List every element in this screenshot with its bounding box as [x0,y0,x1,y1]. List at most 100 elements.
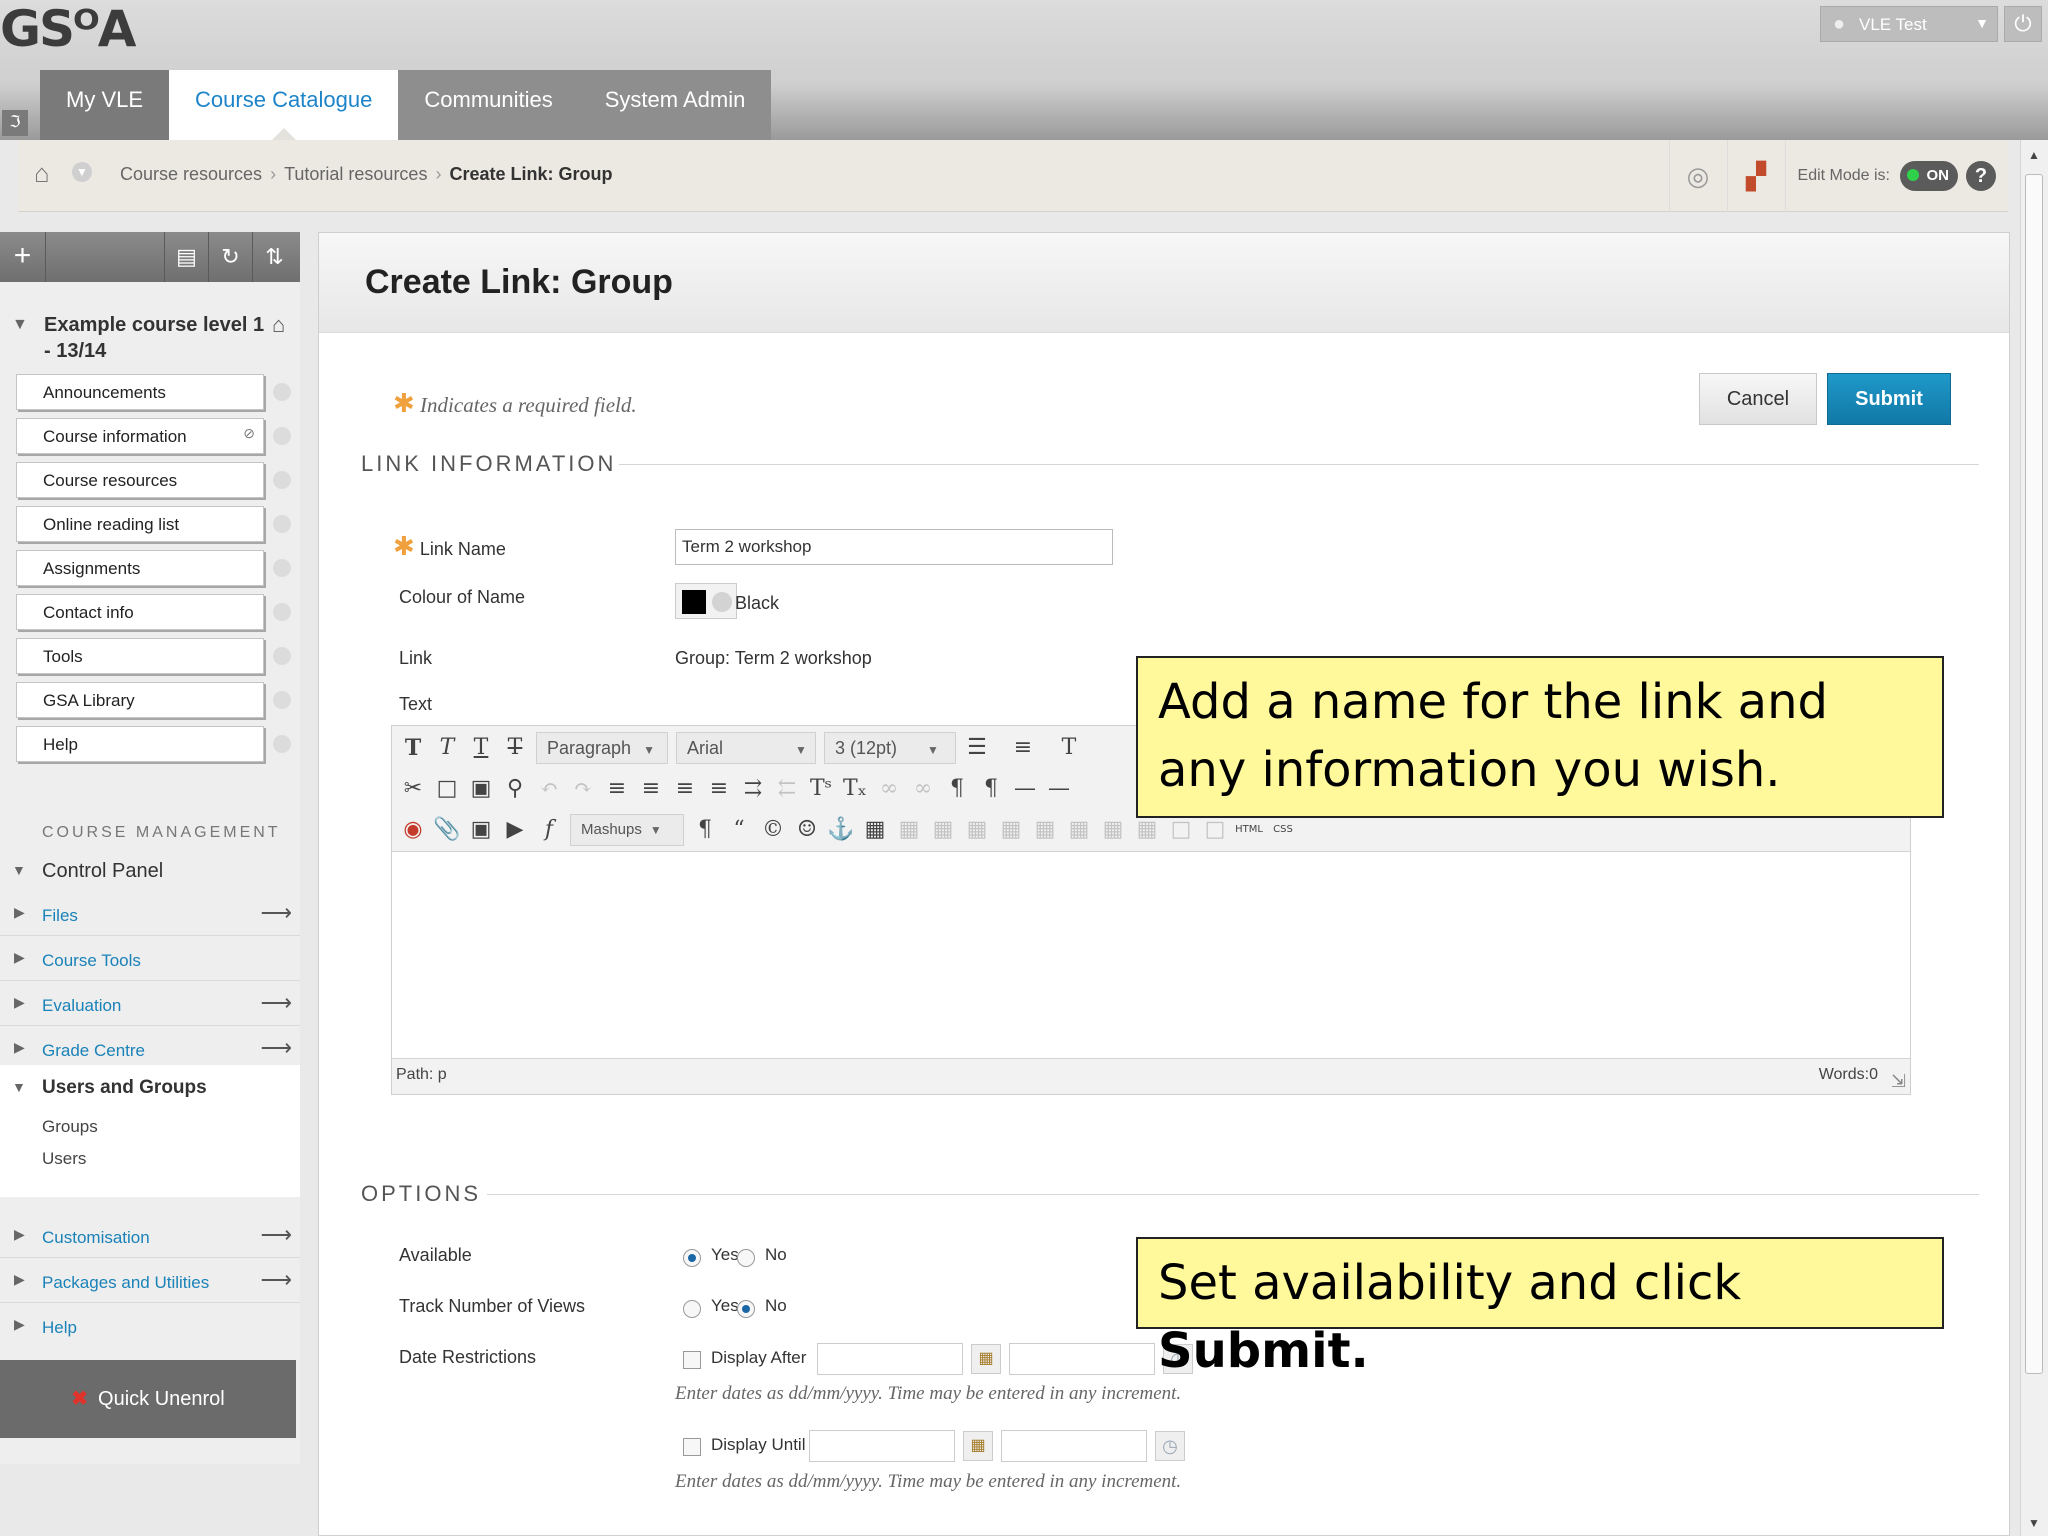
calendar-icon[interactable]: ▦ [971,1344,1001,1374]
submit-button[interactable]: Submit [1827,373,1951,425]
display-until-time-input[interactable] [1001,1430,1147,1462]
subscript-icon[interactable]: Tₓ [838,772,872,806]
italic-icon[interactable]: T [430,731,464,765]
sidebar-link-users[interactable]: Users [42,1149,86,1169]
clock-icon[interactable]: ◷ [1155,1431,1185,1461]
sidebar-item-assignments[interactable]: Assignments [16,550,291,586]
sidebar-item-help[interactable]: Help [16,726,291,762]
refresh-icon[interactable]: ↻ [208,232,252,282]
display-after-date-input[interactable] [817,1343,963,1375]
available-no-radio[interactable] [737,1249,755,1267]
sidebar-link-groups[interactable]: Groups [42,1117,98,1137]
sidebar-item-contact-info[interactable]: Contact info [16,594,291,630]
resize-handle-icon[interactable]: ⇲ [1891,1071,1906,1092]
font-select[interactable]: Arial ▼ [676,732,816,764]
home-icon[interactable]: ⌂ [34,158,50,189]
users-and-groups-label[interactable]: Users and Groups [42,1077,207,1099]
scroll-down-icon[interactable]: ▼ [2028,1516,2040,1530]
sidebar-item-gsa-library[interactable]: GSA Library [16,682,291,718]
anchor-icon[interactable]: ⚓ [824,813,858,847]
copyright-icon[interactable]: © [756,813,790,847]
display-after-checkbox[interactable] [683,1351,701,1369]
display-after-time-input[interactable] [1009,1343,1155,1375]
drag-handle-icon[interactable] [273,647,291,665]
table-icon[interactable]: ▦ [858,813,892,847]
tab-course-catalogue[interactable]: Course Catalogue [169,70,399,140]
sidebar-item-tools[interactable]: Tools [16,638,291,674]
student-preview-icon[interactable]: ◎ [1668,140,1727,212]
html-icon[interactable]: HTML [1232,813,1266,847]
strikethrough-icon[interactable]: T [498,731,532,765]
drag-handle-icon[interactable] [273,515,291,533]
size-select[interactable]: 3 (12pt) ▼ [824,732,956,764]
table-tool-icon[interactable]: ▦ [1130,813,1164,847]
css-icon[interactable]: CSS [1266,813,1300,847]
tab-communities[interactable]: Communities [398,70,579,140]
scroll-thumb[interactable] [2025,174,2043,1374]
available-yes-radio[interactable] [683,1249,701,1267]
image-icon[interactable]: ▣ [464,813,498,847]
link-name-input[interactable] [675,529,1113,565]
colour-picker[interactable] [675,583,737,619]
record-icon[interactable]: ◉ [396,813,430,847]
table-tool-icon[interactable]: ▦ [926,813,960,847]
control-item-files[interactable]: ▶ Files ⟶ [0,892,300,936]
quick-unenrol-button[interactable]: ✖ Quick Unenrol [0,1360,296,1438]
edit-mode-toggle[interactable]: ON [1900,161,1958,191]
align-left-icon[interactable]: ≡ [600,772,634,806]
text-color-icon[interactable]: T [1052,731,1086,765]
display-until-checkbox[interactable] [683,1438,701,1456]
collapse-triangle-icon[interactable]: ▼ [12,316,28,334]
cancel-button[interactable]: Cancel [1699,373,1817,425]
superscript-icon[interactable]: Tˢ [804,772,838,806]
justify-icon[interactable]: ≡ [702,772,736,806]
paste-icon[interactable]: ▣ [464,772,498,806]
sidebar-item-course-information[interactable]: Course information ⊘ [16,418,291,454]
tab-system-admin[interactable]: System Admin [578,70,772,140]
logout-power-icon[interactable]: ⏻ [2004,6,2042,42]
reorder-icon[interactable]: ⇅ [252,232,296,282]
control-item-course-tools[interactable]: ▶ Course Tools [0,937,300,981]
link-icon[interactable]: ∞ [872,772,906,806]
table-tool-icon[interactable]: □ [1198,813,1232,847]
help-icon[interactable]: ? [1966,161,1996,191]
drag-handle-icon[interactable] [273,427,291,445]
tab-my-vle[interactable]: My VLE [40,70,170,140]
add-menu-item-icon[interactable]: + [0,232,46,282]
track-no-radio[interactable] [737,1300,755,1318]
user-menu[interactable]: ● VLE Test ▼ [1820,6,1998,42]
control-item-help[interactable]: ▶ Help [0,1304,300,1348]
control-panel-header[interactable]: ▼ Control Panel [0,852,300,888]
paragraph-select[interactable]: Paragraph ▼ [536,732,668,764]
bullet-list-icon[interactable]: ☰ [960,731,994,765]
ltr-icon[interactable]: ¶ [940,772,974,806]
horizontal-line-icon[interactable]: — [1042,772,1076,806]
pin-icon[interactable]: ℑ [2,110,28,136]
drag-handle-icon[interactable] [273,735,291,753]
track-yes-radio[interactable] [683,1300,701,1318]
sidebar-item-announcements[interactable]: Announcements [16,374,291,410]
undo-icon[interactable]: ↶ [532,772,566,806]
unlink-icon[interactable]: ∞ [906,772,940,806]
drag-handle-icon[interactable] [273,603,291,621]
table-tool-icon[interactable]: ▦ [1096,813,1130,847]
breadcrumb-item[interactable]: Course resources [120,164,262,184]
sidebar-item-course-resources[interactable]: Course resources [16,462,291,498]
table-tool-icon[interactable]: ▦ [1028,813,1062,847]
horizontal-rule-icon[interactable]: — [1008,772,1042,806]
sidebar-item-online-reading-list[interactable]: Online reading list [16,506,291,542]
mashups-select[interactable]: Mashups ▼ [570,814,684,846]
table-tool-icon[interactable]: ▦ [960,813,994,847]
chevron-down-icon[interactable]: ▼ [72,162,92,182]
indent-icon[interactable]: ⇉ [736,772,770,806]
calendar-icon[interactable]: ▦ [963,1431,993,1461]
drag-handle-icon[interactable] [273,559,291,577]
page-scrollbar[interactable]: ▲ ▼ [2020,140,2048,1536]
align-right-icon[interactable]: ≡ [668,772,702,806]
bold-icon[interactable]: T [396,731,430,765]
table-tool-icon[interactable]: ▦ [892,813,926,847]
page-tools-icon[interactable]: ▞ [1726,140,1785,212]
table-tool-icon[interactable]: ▦ [994,813,1028,847]
control-item-packages-utilities[interactable]: ▶ Packages and Utilities ⟶ [0,1259,300,1303]
find-icon[interactable]: ⚲ [498,772,532,806]
